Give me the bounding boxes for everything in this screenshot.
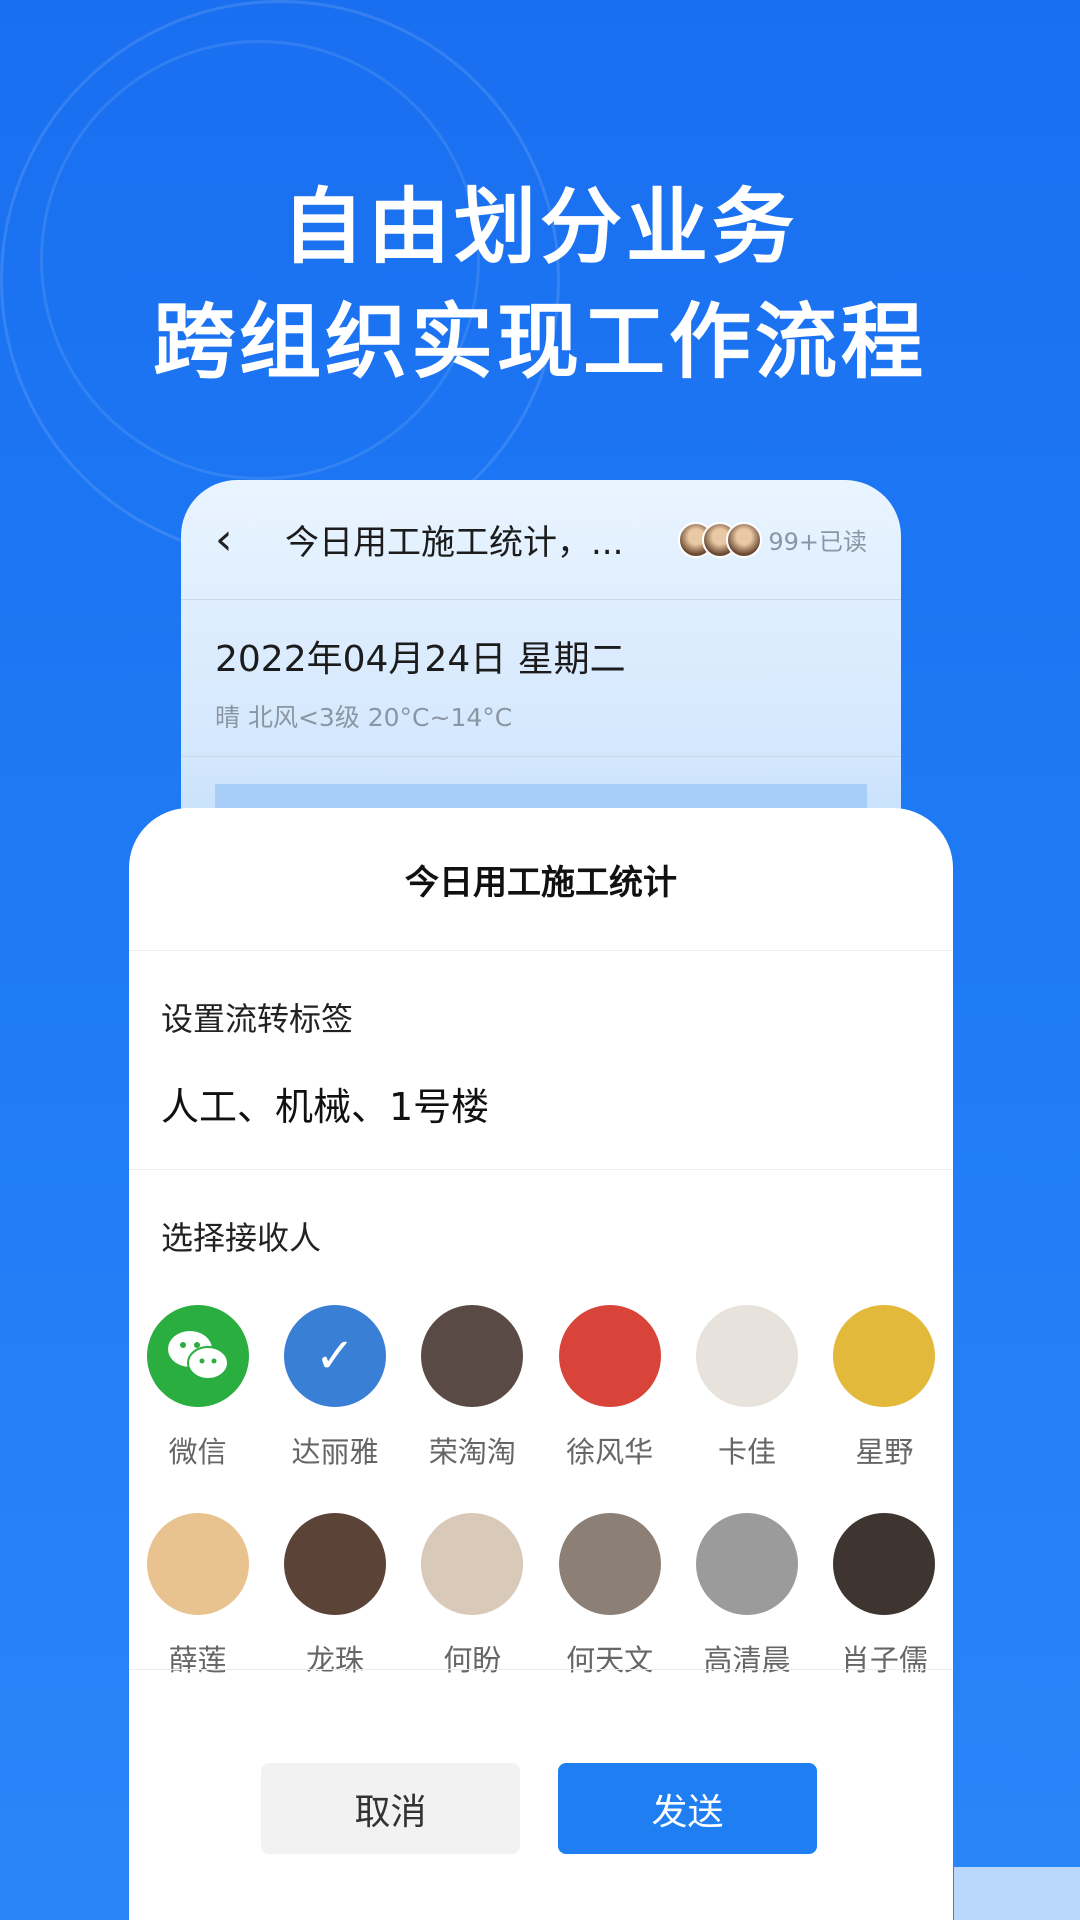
avatar [695,1513,798,1615]
wechat-icon [146,1305,249,1407]
send-button[interactable]: 发送 [558,1763,817,1854]
share-sheet: 今日用工施工统计 设置流转标签 人工、机械、1号楼 选择接收人 微信 ✓ 达丽雅 荣淘… [129,808,953,1920]
recipient-item[interactable]: ✓ 达丽雅 [266,1305,403,1471]
recipient-item[interactable]: 徐风华 [541,1305,678,1471]
recipient-item[interactable]: 高清晨 [678,1513,815,1679]
recipient-item[interactable]: 荣淘淘 [404,1305,541,1471]
divider [181,756,901,757]
recipient-item[interactable]: 卡佳 [678,1305,815,1471]
recipient-item[interactable]: 何盼 [404,1513,541,1679]
recipient-name: 荣淘淘 [428,1435,516,1469]
report-date: 2022年04月24日 星期二 [215,639,626,680]
avatar [421,1305,524,1407]
recipient-name: 何天文 [566,1643,654,1677]
check-icon: ✓ [283,1305,386,1407]
divider [129,1169,953,1170]
recipient-item[interactable]: 肖子儒 [816,1513,953,1679]
recipient-item[interactable]: 星野 [816,1305,953,1471]
avatar [558,1305,661,1407]
recipient-item[interactable]: 何天文 [541,1513,678,1679]
reader-avatars[interactable] [678,521,763,558]
recipient-grid: 微信 ✓ 达丽雅 荣淘淘 徐风华 卡佳 星野薛莲 龙珠 何盼 何天文 高清晨 肖子儒 [129,1305,953,1679]
avatar [558,1513,661,1615]
avatar [421,1513,524,1615]
recipient-name: 达丽雅 [291,1435,379,1469]
cancel-button[interactable]: 取消 [261,1763,520,1854]
recipient-item[interactable]: 龙珠 [266,1513,403,1679]
recipient-name: 微信 [168,1435,227,1469]
avatar [695,1305,798,1407]
recipient-name: 卡佳 [717,1435,776,1469]
recipient-name: 肖子儒 [840,1643,928,1677]
divider [129,1669,953,1670]
tag-label: 设置流转标签 [161,1000,354,1038]
report-header: ‹ 今日用工施工统计，... 99+已读 [181,480,901,600]
recipient-name: 龙珠 [305,1643,364,1677]
headline-line2: 跨组织实现工作流程 [152,295,927,390]
avatar [283,1513,386,1615]
recipient-item[interactable]: 薛莲 [129,1513,266,1679]
recipient-name: 何盼 [443,1643,502,1677]
avatar [146,1513,249,1615]
recipient-name: 薛莲 [168,1643,227,1677]
back-icon[interactable]: ‹ [215,514,285,565]
report-title: 今日用工施工统计，... [285,523,624,563]
recipient-name: 星野 [855,1435,914,1469]
watermark-logo [954,1867,1080,1920]
avatar [833,1513,936,1615]
tag-value[interactable]: 人工、机械、1号楼 [161,1076,489,1131]
recipient-name: 徐风华 [566,1435,654,1469]
sheet-title: 今日用工施工统计 [129,808,953,951]
avatar [833,1305,936,1407]
recipient-name: 高清晨 [703,1643,791,1677]
recipient-label: 选择接收人 [161,1219,322,1257]
weather-info: 晴 北风<3级 20°C~14°C [215,703,513,732]
headline-line1: 自由划分业务 [281,180,798,275]
read-count[interactable]: 99+已读 [768,522,867,557]
recipient-item[interactable]: 微信 [129,1305,266,1471]
content-bar [215,784,867,808]
